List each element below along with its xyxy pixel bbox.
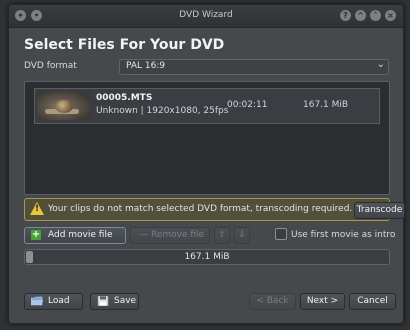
save-label: Save — [114, 296, 137, 306]
size-progress-bar: 167.1 MiB — [24, 249, 390, 265]
cancel-button[interactable]: Cancel — [349, 293, 396, 310]
transcode-button[interactable]: Transcode — [354, 202, 405, 219]
load-label: Load — [48, 296, 70, 306]
clip-info: Unknown | 1920x1080, 25fps — [96, 106, 229, 116]
dvd-format-select[interactable]: PAL 16:9 ⌄ — [119, 59, 389, 75]
chevron-down-icon: ⌄ — [376, 59, 385, 70]
save-button[interactable]: Save — [90, 293, 139, 310]
format-warning-banner: ! Your clips do not match selected DVD f… — [24, 198, 405, 221]
minus-icon: — — [139, 230, 148, 240]
remove-file-label: Remove file — [151, 230, 205, 240]
clip-list[interactable]: 00005.MTS Unknown | 1920x1080, 25fps 00:… — [24, 81, 390, 195]
progress-text: 167.1 MiB — [184, 252, 230, 262]
next-button[interactable]: Next > — [300, 293, 345, 310]
folder-open-icon — [31, 296, 43, 306]
load-button[interactable]: Load — [24, 293, 83, 310]
clip-duration: 00:02:11 — [227, 100, 268, 110]
dvd-format-value: PAL 16:9 — [126, 61, 166, 71]
dvd-format-label: DVD format — [24, 61, 77, 71]
warning-icon: ! — [30, 202, 44, 215]
move-down-button[interactable]: ⇩ — [234, 227, 250, 244]
add-movie-button[interactable]: + Add movie file — [24, 227, 126, 244]
intro-checkbox[interactable] — [275, 228, 287, 240]
clip-size: 167.1 MiB — [303, 100, 349, 110]
close-icon[interactable]: × — [385, 10, 396, 21]
back-button[interactable]: < Back — [249, 293, 296, 310]
move-up-button[interactable]: ⇧ — [214, 227, 230, 244]
list-item[interactable]: 00005.MTS Unknown | 1920x1080, 25fps 00:… — [34, 88, 380, 124]
title-bar: ✦ • DVD Wizard ? ^ ˄ × — [9, 5, 403, 28]
intro-checkbox-label[interactable]: Use first movie as intro — [291, 230, 395, 240]
remove-file-button[interactable]: — Remove file — [130, 227, 210, 244]
dvd-wizard-window: ✦ • DVD Wizard ? ^ ˄ × Select Files For … — [8, 4, 405, 324]
clip-filename: 00005.MTS — [96, 93, 153, 103]
arrow-down-icon: ⇩ — [238, 230, 246, 240]
help-icon[interactable]: ? — [340, 10, 351, 21]
plus-icon: + — [31, 229, 41, 240]
arrow-up-icon: ⇧ — [218, 230, 226, 240]
minimize-icon[interactable]: ^ — [355, 10, 366, 21]
add-movie-label: Add movie file — [48, 230, 113, 240]
maximize-icon[interactable]: ˄ — [370, 10, 381, 21]
warning-message: Your clips do not match selected DVD for… — [48, 204, 353, 214]
floppy-disk-icon — [97, 296, 109, 306]
clip-thumbnail — [37, 91, 91, 120]
snail-shell — [55, 100, 73, 113]
page-title: Select Files For Your DVD — [24, 37, 225, 53]
